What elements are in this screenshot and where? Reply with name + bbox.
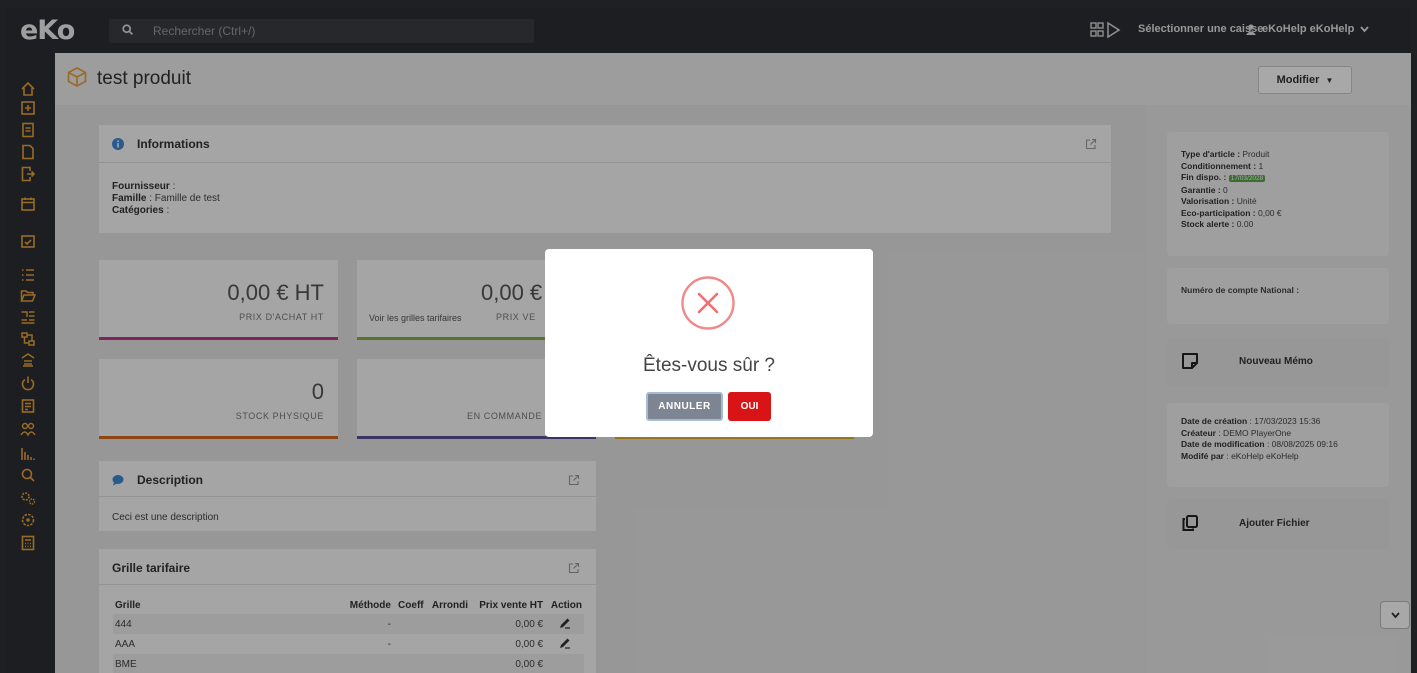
confirm-button[interactable]: OUI <box>728 392 771 421</box>
app-frame: eKo Sélectionner une caisse eKoHelp eKoH… <box>6 8 1411 673</box>
cancel-button[interactable]: ANNULER <box>646 392 723 421</box>
confirm-question: Êtes-vous sûr ? <box>643 355 775 376</box>
confirm-dialog: Êtes-vous sûr ? ANNULER OUI <box>545 249 873 437</box>
error-x-icon <box>681 276 735 330</box>
